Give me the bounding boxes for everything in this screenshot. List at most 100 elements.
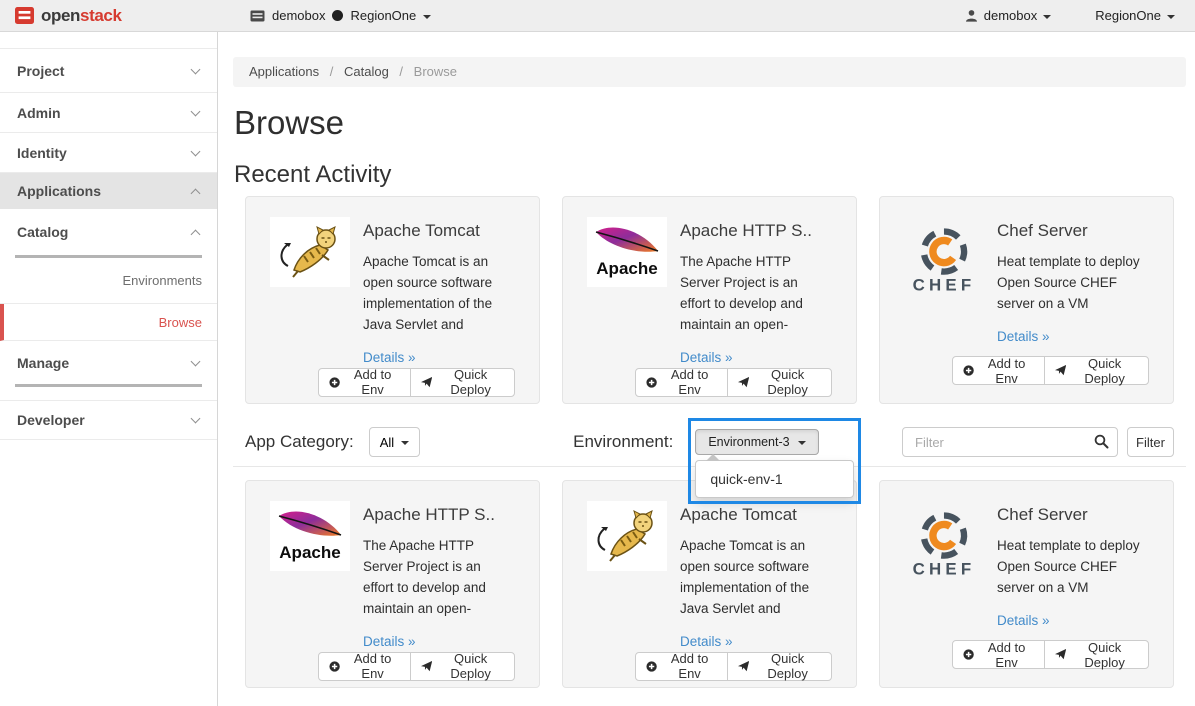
add-to-env-button[interactable]: Add to Env xyxy=(318,368,411,397)
page-layout: Project Admin Identity Applications Cata… xyxy=(0,32,1195,706)
chevron-down-icon xyxy=(1167,15,1175,19)
search-icon[interactable] xyxy=(1094,434,1109,454)
openstack-logo[interactable]: openstack xyxy=(14,6,226,26)
chevron-down-icon xyxy=(798,441,806,445)
add-to-env-button[interactable]: Add to Env xyxy=(952,356,1045,385)
region-menu[interactable]: RegionOne xyxy=(1095,8,1175,23)
plus-circle-icon xyxy=(329,660,340,673)
app-card-apache-http: Apache Apache HTTP S.. The Apache HTTP S… xyxy=(562,196,857,404)
project-region-switcher[interactable]: demobox RegionOne xyxy=(250,8,431,23)
environment-dropdown[interactable]: Environment-3 xyxy=(695,429,818,455)
tomcat-logo xyxy=(587,501,667,571)
recent-activity-row: Apache Tomcat Apache Tomcat is an open s… xyxy=(233,196,1186,404)
sidebar: Project Admin Identity Applications Cata… xyxy=(0,32,218,706)
chevron-down-icon xyxy=(401,441,409,445)
card-actions: Add to Env Quick Deploy xyxy=(904,356,1149,385)
card-actions: Add to Env Quick Deploy xyxy=(587,368,832,397)
app-category-dropdown[interactable]: All xyxy=(369,427,420,457)
card-actions: Add to Env Quick Deploy xyxy=(270,368,515,397)
apache-logo-text: Apache xyxy=(596,259,657,278)
app-card-apache-http: Apache Apache HTTP S.. The Apache HTTP S… xyxy=(245,480,540,688)
breadcrumb: Applications / Catalog / Browse xyxy=(233,57,1186,87)
rocket-icon xyxy=(738,660,749,673)
app-card-chef-server: CHEF Chef Server Heat template to deploy… xyxy=(879,480,1174,688)
context-region-name: RegionOne xyxy=(350,8,416,23)
sidebar-label: Catalog xyxy=(17,224,68,240)
sidebar-label: Identity xyxy=(17,145,67,161)
user-menu[interactable]: demobox xyxy=(965,8,1051,23)
app-card-apache-tomcat: Apache Tomcat Apache Tomcat is an open s… xyxy=(245,196,540,404)
filter-search-input[interactable] xyxy=(902,427,1118,457)
sidebar-label: Admin xyxy=(17,105,61,121)
app-grid-row: Apache Apache HTTP S.. The Apache HTTP S… xyxy=(233,480,1186,688)
sidebar-item-identity[interactable]: Identity xyxy=(0,132,217,172)
add-to-env-button[interactable]: Add to Env xyxy=(952,640,1045,669)
page-title: Browse xyxy=(234,103,1186,143)
sidebar-item-applications[interactable]: Applications xyxy=(0,172,217,209)
sidebar-item-admin[interactable]: Admin xyxy=(0,92,217,132)
details-link[interactable]: Details » xyxy=(680,347,733,368)
chevron-down-icon xyxy=(191,414,201,424)
chevron-down-icon xyxy=(1043,15,1051,19)
sidebar-item-manage[interactable]: Manage xyxy=(0,341,217,384)
breadcrumb-applications[interactable]: Applications xyxy=(249,64,319,79)
app-card-title: Apache Tomcat xyxy=(680,502,832,529)
breadcrumb-separator: / xyxy=(399,64,403,79)
app-card-title: Apache Tomcat xyxy=(363,218,515,245)
quick-deploy-button[interactable]: Quick Deploy xyxy=(727,368,832,397)
filter-button[interactable]: Filter xyxy=(1127,427,1174,457)
app-card-description: The Apache HTTP Server Project is an eff… xyxy=(680,254,803,332)
apache-logo: Apache xyxy=(270,501,350,571)
app-card-description: Apache Tomcat is an open source software… xyxy=(363,254,492,332)
sidebar-item-browse-active[interactable]: Browse xyxy=(0,304,217,341)
details-link[interactable]: Details » xyxy=(680,631,733,652)
add-to-env-button[interactable]: Add to Env xyxy=(635,652,728,681)
menu-notch-icon xyxy=(706,454,720,461)
card-actions: Add to Env Quick Deploy xyxy=(270,652,515,681)
sidebar-item-catalog[interactable]: Catalog xyxy=(0,209,217,255)
sidebar-label: Browse xyxy=(159,315,202,330)
plus-circle-icon xyxy=(963,648,974,661)
chef-logo: CHEF xyxy=(904,217,984,303)
rocket-icon xyxy=(421,660,432,673)
sidebar-label: Developer xyxy=(17,412,85,428)
separator-dot-icon xyxy=(332,10,343,21)
breadcrumb-catalog[interactable]: Catalog xyxy=(344,64,389,79)
card-actions: Add to Env Quick Deploy xyxy=(904,640,1149,669)
quick-deploy-button[interactable]: Quick Deploy xyxy=(410,368,515,397)
openstack-logo-icon xyxy=(14,6,35,25)
chevron-down-icon xyxy=(191,106,201,116)
chef-logo-text: CHEF xyxy=(913,560,976,579)
quick-deploy-button[interactable]: Quick Deploy xyxy=(1044,356,1149,385)
add-to-env-button[interactable]: Add to Env xyxy=(635,368,728,397)
sidebar-item-developer[interactable]: Developer xyxy=(0,400,217,440)
breadcrumb-current: Browse xyxy=(414,64,457,79)
region-menu-label: RegionOne xyxy=(1095,8,1161,23)
main-content: Applications / Catalog / Browse Browse R… xyxy=(218,32,1195,706)
chevron-down-icon xyxy=(191,356,201,366)
sidebar-label: Environments xyxy=(123,273,202,288)
app-card-apache-tomcat: Apache Tomcat Apache Tomcat is an open s… xyxy=(562,480,857,688)
details-link[interactable]: Details » xyxy=(363,631,416,652)
apache-logo: Apache xyxy=(587,217,667,287)
navbar-right: demobox RegionOne xyxy=(965,8,1181,23)
environment-label: Environment: xyxy=(573,432,673,452)
add-to-env-button[interactable]: Add to Env xyxy=(318,652,411,681)
top-navbar: openstack demobox RegionOne demobox xyxy=(0,0,1195,32)
details-link[interactable]: Details » xyxy=(997,610,1050,631)
details-link[interactable]: Details » xyxy=(363,347,416,368)
quick-deploy-button[interactable]: Quick Deploy xyxy=(1044,640,1149,669)
application-window: openstack demobox RegionOne demobox xyxy=(0,0,1195,706)
plus-circle-icon xyxy=(646,376,657,389)
user-icon xyxy=(965,9,978,22)
app-card-description: The Apache HTTP Server Project is an eff… xyxy=(363,538,486,616)
quick-deploy-button[interactable]: Quick Deploy xyxy=(727,652,832,681)
search-group: Filter xyxy=(902,427,1174,457)
sidebar-item-environments[interactable]: Environments xyxy=(0,258,217,304)
app-card-title: Chef Server xyxy=(997,502,1149,529)
sidebar-item-project[interactable]: Project xyxy=(0,48,217,92)
details-link[interactable]: Details » xyxy=(997,326,1050,347)
recent-activity-heading: Recent Activity xyxy=(234,161,1186,189)
environment-option[interactable]: quick-env-1 xyxy=(696,467,853,491)
quick-deploy-button[interactable]: Quick Deploy xyxy=(410,652,515,681)
